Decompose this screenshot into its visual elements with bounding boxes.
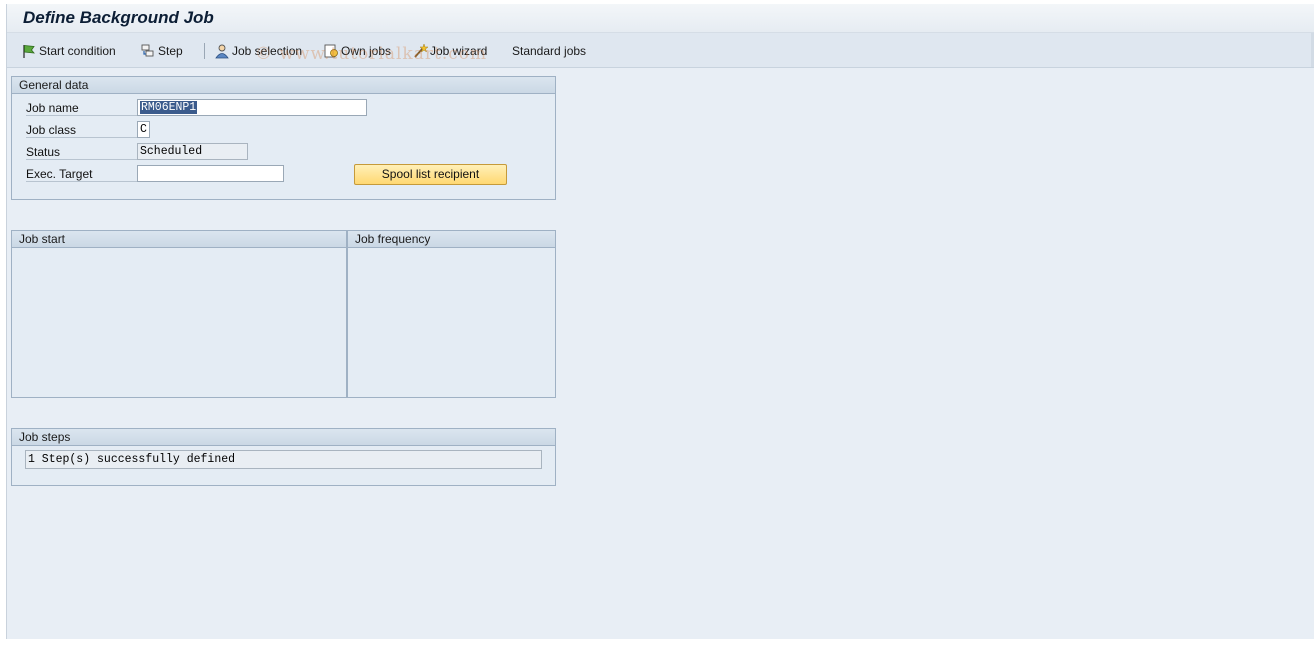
sap-window: Define Background Job Start condition St… (6, 4, 1314, 639)
start-condition-label: Start condition (39, 44, 116, 58)
job-name-label: Job name (26, 101, 138, 116)
person-icon (215, 44, 229, 59)
general-data-header: General data (12, 77, 555, 94)
flag-icon (23, 45, 35, 58)
standard-jobs-button[interactable]: Standard jobs (512, 42, 586, 60)
status-bar (0, 639, 1314, 652)
job-steps-message: 1 Step(s) successfully defined (25, 450, 542, 469)
job-start-group: Job start (11, 230, 347, 398)
step-label: Step (158, 44, 183, 58)
step-button[interactable]: Step (140, 42, 183, 60)
spool-list-recipient-button[interactable]: Spool list recipient (354, 164, 507, 185)
status-field: Scheduled (137, 143, 248, 160)
general-data-group: General data Job name RM06ENP1 Job class… (11, 76, 556, 200)
exec-target-field[interactable] (137, 165, 284, 182)
status-label: Status (26, 145, 138, 160)
application-toolbar: Start condition Step Job selection Own j… (7, 33, 1314, 68)
job-frequency-header: Job frequency (348, 231, 555, 248)
title-bar: Define Background Job (7, 4, 1314, 33)
page-title: Define Background Job (23, 8, 214, 27)
watermark: © www.tutorialkart.com (255, 44, 488, 64)
job-class-field[interactable]: C (137, 121, 150, 138)
job-class-label: Job class (26, 123, 138, 138)
job-steps-group: Job steps 1 Step(s) successfully defined (11, 428, 556, 486)
job-start-header: Job start (12, 231, 346, 248)
toolbar-separator (204, 43, 205, 59)
start-condition-button[interactable]: Start condition (21, 42, 116, 60)
job-frequency-group: Job frequency (347, 230, 556, 398)
exec-target-label: Exec. Target (26, 167, 138, 182)
job-name-field[interactable]: RM06ENP1 (137, 99, 367, 116)
job-name-value: RM06ENP1 (140, 101, 198, 114)
job-steps-header: Job steps (12, 429, 555, 446)
standard-jobs-label: Standard jobs (512, 44, 587, 58)
step-icon (141, 44, 154, 57)
